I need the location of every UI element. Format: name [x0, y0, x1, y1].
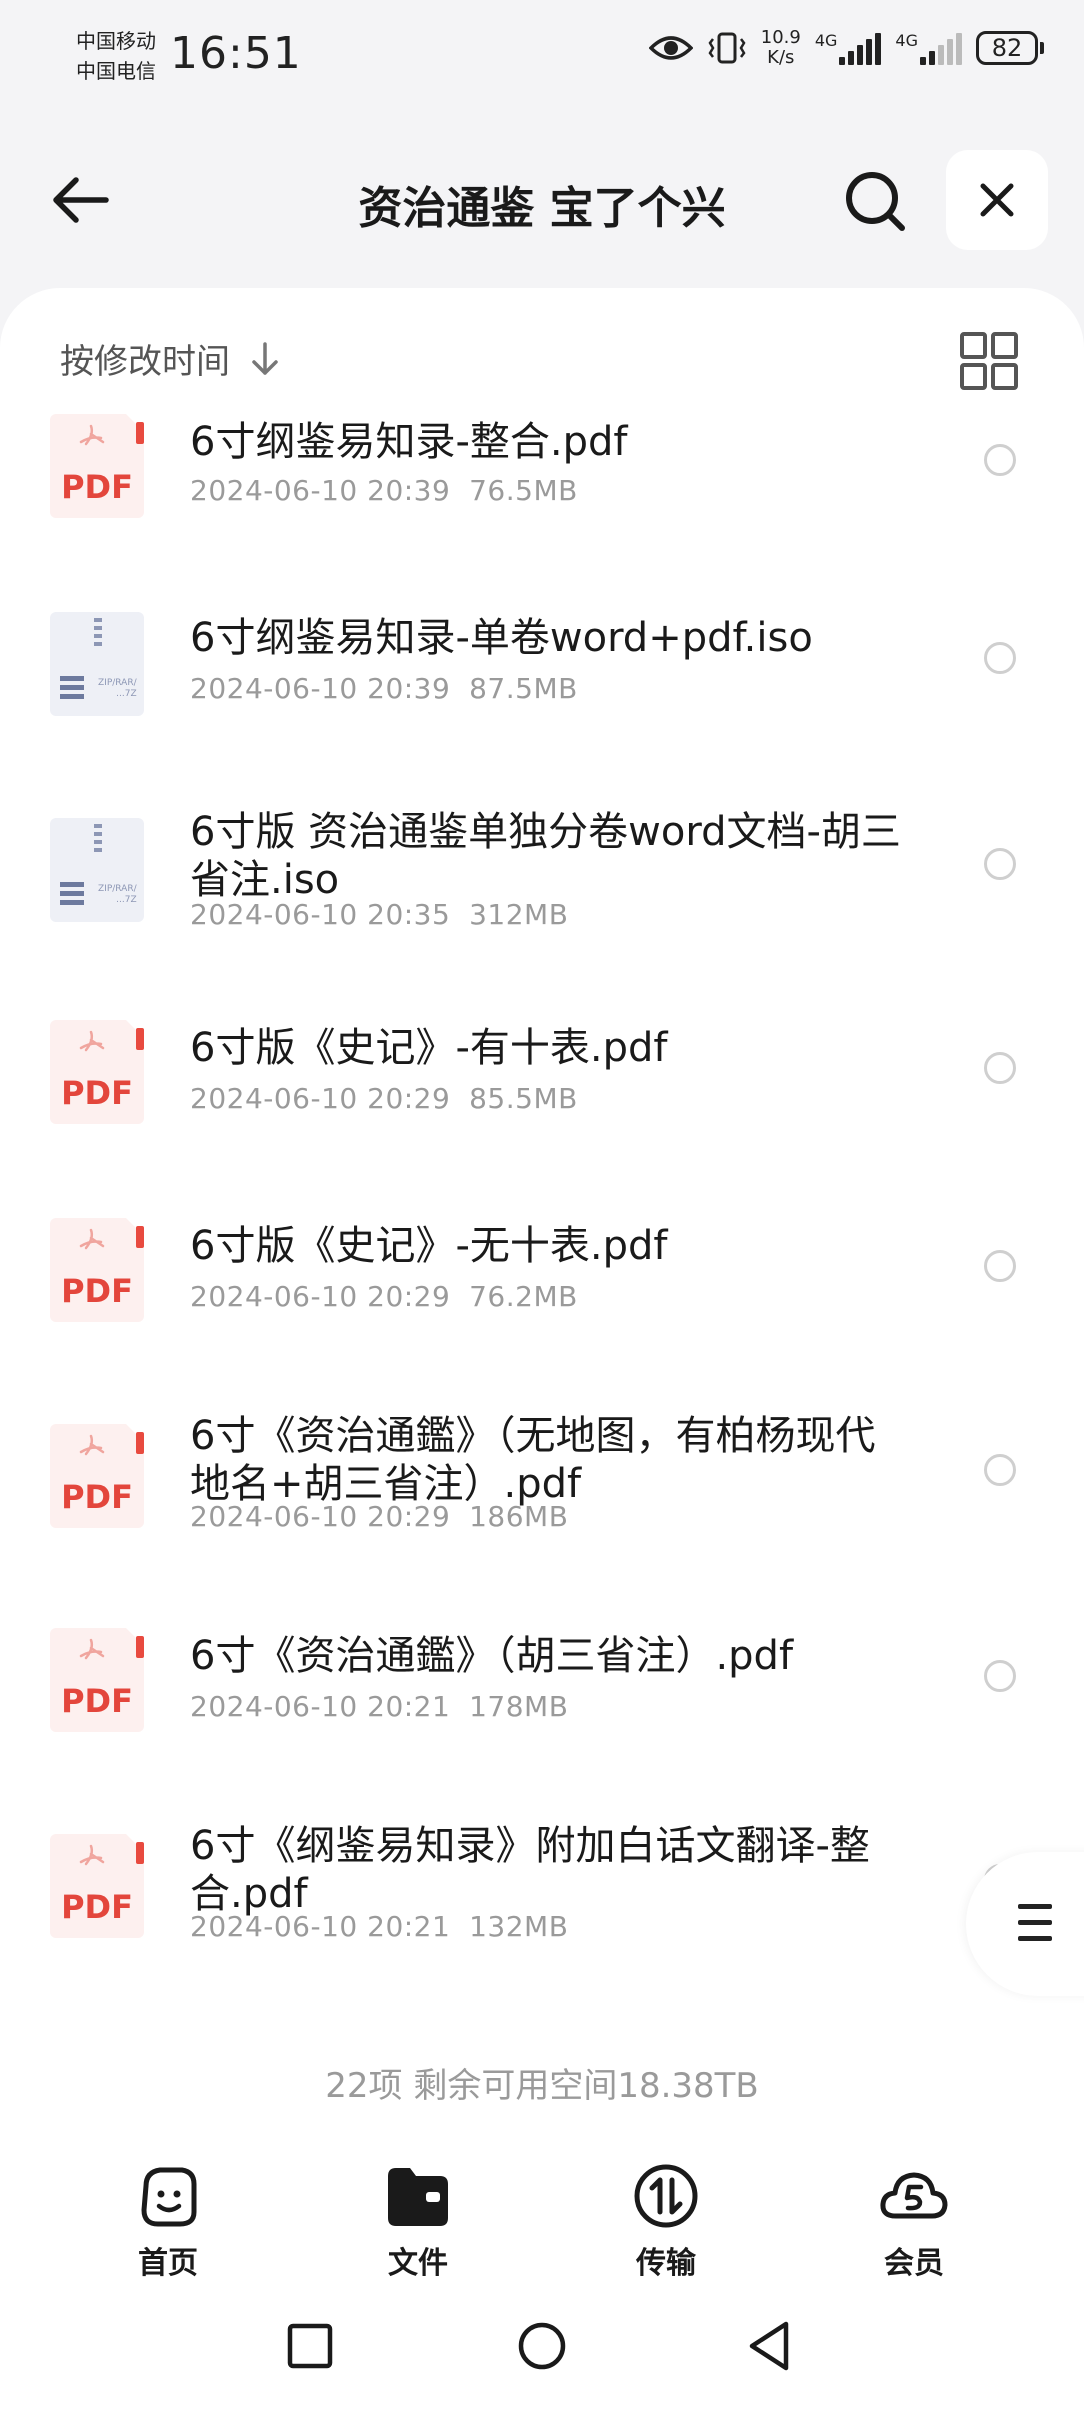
signal-bars-1-icon: [839, 31, 882, 65]
status-bar: 中国移动 中国电信 16:51 10.9 K/s 4G 4G 82: [0, 0, 1084, 110]
signal-2: 4G: [895, 31, 962, 65]
file-name: 6寸《纲鉴易知录》附加白话文翻译-整合.pdf: [190, 1823, 870, 1917]
file-name: 6寸纲鉴易知录-整合.pdf: [190, 419, 628, 465]
bottom-nav: 首页 文件 传输 会员: [0, 2138, 1084, 2288]
folder-icon: [388, 2168, 448, 2226]
search-button[interactable]: [836, 162, 916, 242]
sort-label: 按修改时间: [60, 342, 230, 382]
nav-member-label: 会员: [884, 2246, 944, 2281]
storage-summary: 22项 剩余可用空间18.38TB: [325, 2066, 759, 2106]
circle-icon: [518, 2322, 566, 2370]
file-name: 6寸纲鉴易知录-单卷word+pdf.iso: [190, 615, 813, 661]
file-meta: 2024-06-10 20:21 178MB: [190, 1690, 569, 1723]
nav-home[interactable]: 首页: [88, 2160, 248, 2282]
nav-transfer-label: 传输: [636, 2246, 696, 2281]
archive-icon-label-2: ...7Z: [116, 689, 137, 699]
nav-transfer[interactable]: 传输: [586, 2160, 746, 2282]
transfer-icon: [634, 2164, 698, 2228]
select-radio[interactable]: [984, 1052, 1016, 1084]
carrier-info: 中国移动 中国电信: [76, 26, 156, 86]
battery-level: 82: [976, 31, 1038, 65]
eye-icon: [648, 36, 693, 60]
pdf-icon-label: PDF: [61, 1272, 133, 1310]
select-radio[interactable]: [984, 1660, 1016, 1692]
archive-icon-label-2: ...7Z: [116, 895, 137, 905]
archive-file-icon: ZIP/RAR/...7Z: [50, 818, 144, 922]
pdf-icon-label: PDF: [61, 1888, 133, 1926]
speed-unit: K/s: [767, 47, 795, 68]
pdf-icon-label: PDF: [61, 468, 133, 506]
pdf-file-icon: PDF: [50, 1218, 144, 1322]
archive-icon-label-1: ZIP/RAR/: [98, 678, 137, 688]
file-meta: 2024-06-10 20:35 312MB: [190, 898, 569, 931]
recents-button[interactable]: [280, 2316, 340, 2376]
file-meta: 2024-06-10 20:29 76.2MB: [190, 1280, 578, 1313]
page-title: 资治通鉴 宝了个兴: [358, 183, 726, 234]
pdf-icon-label: PDF: [61, 1682, 133, 1720]
select-radio[interactable]: [984, 848, 1016, 880]
signal-bars-2-icon: [920, 31, 962, 65]
file-name: 6寸版 资治通鉴单独分卷word文档-胡三省注.iso: [190, 809, 901, 903]
home-button[interactable]: [512, 2316, 572, 2376]
app-header: 资治通鉴 宝了个兴: [0, 110, 1084, 290]
file-panel: 按修改时间 PDF 6寸纲鉴易知录-整合.pdf 2024-06-10 20:39 …: [0, 288, 1084, 2138]
select-radio[interactable]: [984, 444, 1016, 476]
pdf-icon-label: PDF: [61, 1074, 133, 1112]
file-meta: 2024-06-10 20:29 186MB: [190, 1500, 569, 1533]
carrier-2: 中国电信: [76, 59, 156, 83]
network-type-2: 4G: [895, 31, 918, 50]
network-type-1: 4G: [814, 31, 838, 50]
nav-files-label: 文件: [388, 2246, 448, 2281]
archive-icon-label-1: ZIP/RAR/: [98, 884, 137, 894]
status-time: 16:51: [170, 28, 302, 79]
file-name: 6寸《资治通鑑》（无地图，有柏杨现代地名+胡三省注）.pdf: [190, 1413, 876, 1507]
file-meta: 2024-06-10 20:29 85.5MB: [190, 1082, 578, 1115]
archive-file-icon: ZIP/RAR/...7Z: [50, 612, 144, 716]
grid-view-button[interactable]: [960, 332, 1022, 394]
triangle-back-icon: [749, 2321, 789, 2371]
file-name: 6寸版《史记》-无十表.pdf: [190, 1223, 668, 1269]
pdf-file-icon: PDF: [50, 1834, 144, 1938]
carrier-1: 中国移动: [76, 29, 156, 53]
sort-button[interactable]: 按修改时间: [60, 334, 280, 383]
file-meta: 2024-06-10 20:39 76.5MB: [190, 474, 578, 507]
system-back-button[interactable]: [740, 2316, 800, 2376]
nav-member[interactable]: 会员: [834, 2160, 994, 2282]
home-face-icon: [141, 2167, 197, 2227]
speed-value: 10.9: [760, 27, 801, 48]
status-icons: 10.9 K/s 4G 4G 82: [648, 28, 1044, 68]
file-name: 6寸《资治通鑑》（胡三省注）.pdf: [190, 1633, 794, 1679]
file-name: 6寸版《史记》-有十表.pdf: [190, 1025, 668, 1071]
pdf-file-icon: PDF: [50, 1424, 144, 1528]
arrow-down-icon: [252, 341, 278, 375]
pdf-file-icon: PDF: [50, 1628, 144, 1732]
pdf-icon-label: PDF: [61, 1478, 133, 1516]
network-speed: 10.9 K/s: [761, 28, 801, 68]
archive-icon-label: ZIP/RAR/...7Z: [98, 884, 137, 906]
pdf-file-icon: PDF: [50, 1020, 144, 1124]
close-button[interactable]: [946, 150, 1048, 250]
archive-icon-label: ZIP/RAR/...7Z: [98, 678, 137, 700]
square-icon: [287, 2323, 333, 2369]
select-radio[interactable]: [984, 1454, 1016, 1486]
file-meta: 2024-06-10 20:21 132MB: [190, 1910, 569, 1943]
pdf-file-icon: PDF: [50, 414, 144, 518]
close-icon: [980, 183, 1014, 217]
nav-home-label: 首页: [138, 2246, 198, 2281]
search-icon: [846, 172, 905, 231]
file-meta: 2024-06-10 20:39 87.5MB: [190, 672, 578, 705]
select-radio[interactable]: [984, 1250, 1016, 1282]
signal-1: 4G: [815, 31, 882, 65]
battery-icon: 82: [976, 31, 1044, 65]
nav-files[interactable]: 文件: [338, 2160, 498, 2282]
vibrate-icon: [708, 32, 746, 64]
cloud-member-icon: [880, 2172, 948, 2219]
system-nav-bar: [0, 2288, 1084, 2412]
select-radio[interactable]: [984, 642, 1016, 674]
